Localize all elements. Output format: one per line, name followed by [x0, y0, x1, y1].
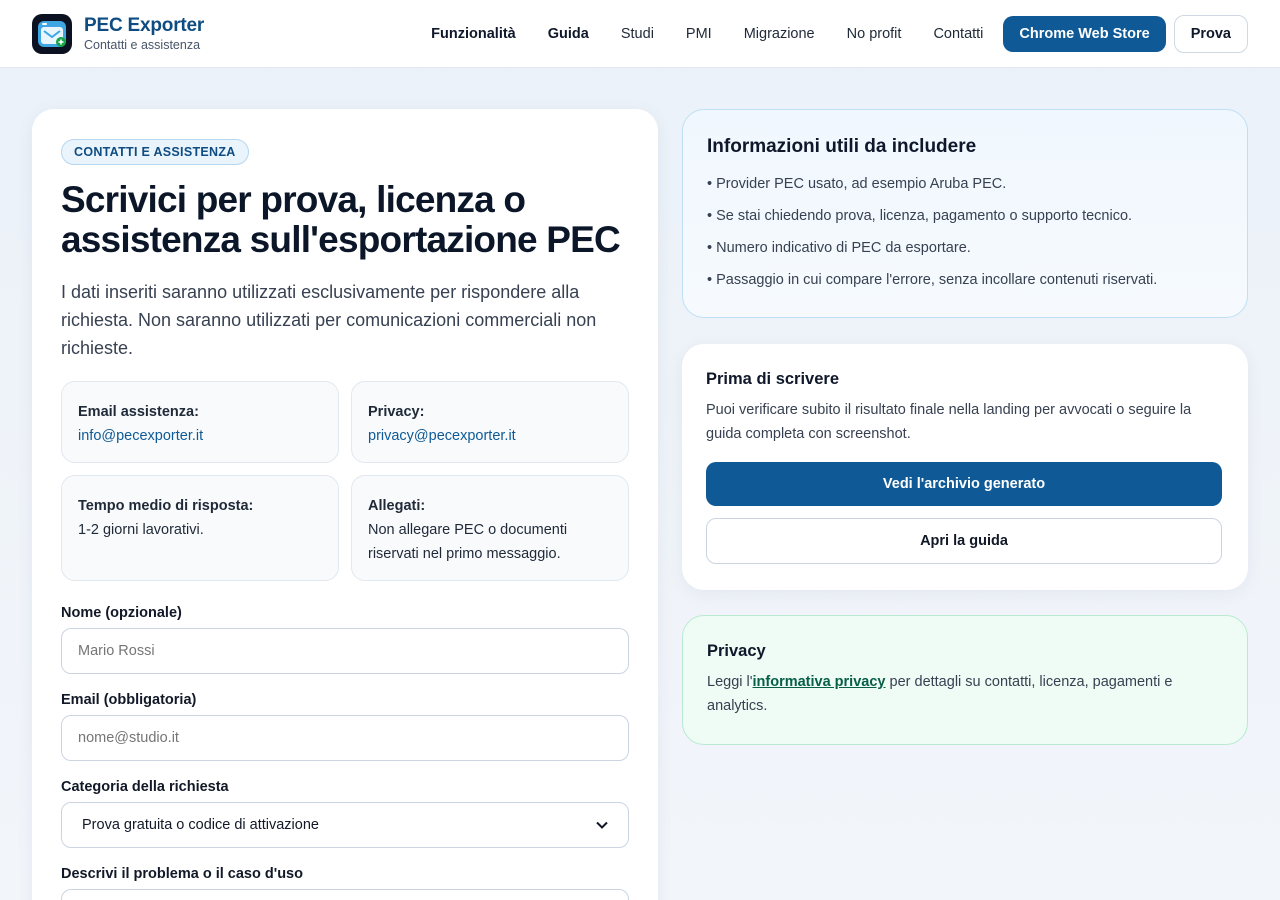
nav-contatti[interactable]: Contatti [917, 26, 999, 42]
tile-support-email: Email assistenza: info@pecexporter.it [61, 381, 339, 463]
contact-info-grid: Email assistenza: info@pecexporter.it Pr… [61, 381, 629, 581]
nav-migrazione[interactable]: Migrazione [728, 26, 831, 42]
trial-button[interactable]: Prova [1173, 14, 1248, 53]
tile-privacy-email: Privacy: privacy@pecexporter.it [351, 381, 629, 463]
description-textarea[interactable] [61, 889, 629, 900]
list-item: • Passaggio in cui compare l'errore, sen… [707, 272, 1158, 288]
contact-card: CONTATTI E ASSISTENZA Scrivici per prova… [32, 109, 658, 900]
tile-label: Allegati: [368, 498, 426, 514]
name-label: Nome (opzionale) [61, 605, 182, 621]
list-item: • Provider PEC usato, ad esempio Aruba P… [707, 176, 1007, 192]
nav-studi[interactable]: Studi [605, 26, 670, 42]
info-list: • Provider PEC usato, ad esempio Aruba P… [707, 168, 1223, 296]
tile-label: Tempo medio di risposta: [78, 498, 254, 514]
list-item: • Numero indicativo di PEC da esportare. [707, 240, 971, 256]
description-label: Descrivi il problema o il caso d'uso [61, 866, 303, 882]
privacy-card: Privacy Leggi l'informativa privacy per … [682, 615, 1248, 745]
before-card-title: Prima di scrivere [706, 370, 839, 388]
tile-label: Email assistenza: [78, 404, 199, 420]
info-card: Informazioni utili da includere • Provid… [682, 109, 1248, 318]
privacy-card-title: Privacy [707, 642, 766, 660]
view-archive-button[interactable]: Vedi l'archivio generato [706, 462, 1222, 506]
nav-pmi[interactable]: PMI [670, 26, 728, 42]
page-title: Scrivici per prova, licenza o assistenza… [61, 179, 621, 260]
support-email-link[interactable]: info@pecexporter.it [78, 424, 322, 448]
privacy-card-text: Leggi l'informativa privacy per dettagli… [707, 670, 1223, 718]
nav-funzionalita[interactable]: Funzionalità [415, 26, 532, 42]
chevron-down-icon [596, 817, 608, 833]
before-card-text: Puoi verificare subito il risultato fina… [706, 402, 1192, 442]
tile-value: Non allegare PEC o documenti riservati n… [368, 522, 568, 562]
tile-label: Privacy: [368, 404, 425, 420]
nav-no-profit[interactable]: No profit [831, 26, 918, 42]
nav-guida[interactable]: Guida [532, 26, 605, 42]
email-input[interactable] [61, 715, 629, 761]
name-input[interactable] [61, 628, 629, 674]
category-select[interactable]: Prova gratuita o codice di attivazione [61, 802, 629, 848]
email-label: Email (obbligatoria) [61, 692, 197, 708]
category-selected-value: Prova gratuita o codice di attivazione [82, 817, 319, 833]
before-writing-card: Prima di scrivere Puoi verificare subito… [682, 344, 1248, 590]
brand-subtitle: Contatti e assistenza [84, 38, 201, 52]
site-header: PEC Exporter Contatti e assistenza Funzi… [0, 0, 1280, 68]
privacy-email-link[interactable]: privacy@pecexporter.it [368, 424, 612, 448]
page-lead: I dati inseriti saranno utilizzati esclu… [61, 282, 597, 358]
open-guide-button[interactable]: Apri la guida [706, 518, 1222, 564]
main-nav: Funzionalità Guida Studi PMI Migrazione … [415, 14, 1248, 53]
privacy-text-before: Leggi l' [707, 674, 753, 690]
chrome-web-store-button[interactable]: Chrome Web Store [1003, 15, 1166, 52]
app-logo-icon[interactable] [32, 13, 72, 54]
tile-attachments: Allegati: Non allegare PEC o documenti r… [351, 475, 629, 581]
category-label: Categoria della richiesta [61, 779, 229, 795]
list-item: • Se stai chiedendo prova, licenza, paga… [707, 208, 1133, 224]
section-pill: CONTATTI E ASSISTENZA [61, 139, 249, 165]
tile-value: 1-2 giorni lavorativi. [78, 522, 204, 538]
brand-name: PEC Exporter [84, 15, 205, 36]
brand[interactable]: PEC Exporter Contatti e assistenza [84, 15, 204, 52]
tile-response-time: Tempo medio di risposta: 1-2 giorni lavo… [61, 475, 339, 581]
privacy-policy-link[interactable]: informativa privacy [753, 674, 886, 690]
info-card-title: Informazioni utili da includere [707, 136, 977, 157]
